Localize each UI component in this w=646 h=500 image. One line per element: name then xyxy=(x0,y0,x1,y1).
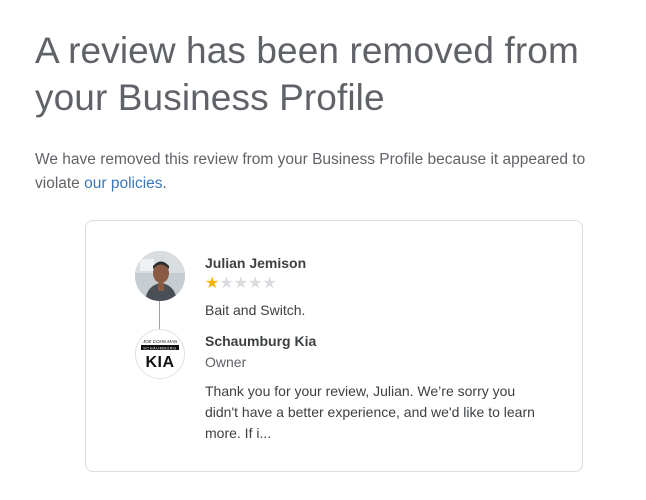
page-title: A review has been removed from your Busi… xyxy=(35,30,579,118)
intro-paragraph: We have removed this review from your Bu… xyxy=(35,148,615,196)
owner-business-name: Schaumburg Kia xyxy=(205,333,317,349)
kia-logo-icon: JOE COHN MAN SCHAUMBURG KIA xyxy=(136,330,184,378)
intro-suffix: . xyxy=(162,175,167,192)
policies-link[interactable]: our policies xyxy=(84,175,162,192)
logo-top-text: JOE COHN MAN xyxy=(142,339,178,344)
star-1-icon: ★ xyxy=(205,275,220,292)
owner-reply-text: Thank you for your review, Julian. We’re… xyxy=(205,383,535,441)
star-3-icon: ★ xyxy=(233,275,249,292)
logo-brand-text: KIA xyxy=(145,354,174,371)
person-photo-icon xyxy=(135,251,185,301)
review-text: Bait and Switch. xyxy=(205,302,306,318)
review-card: JOE COHN MAN SCHAUMBURG KIA Julian Jemis… xyxy=(85,220,583,472)
owner-avatar: JOE COHN MAN SCHAUMBURG KIA xyxy=(135,329,185,379)
notification-page: A review has been removed from your Busi… xyxy=(35,27,625,192)
owner-role-label: Owner xyxy=(205,354,247,370)
star-4-icon: ★ xyxy=(248,275,263,292)
star-2-icon: ★ xyxy=(219,275,234,292)
reviewer-avatar xyxy=(135,251,185,301)
star-5-icon: ★ xyxy=(262,275,277,292)
reviewer-name: Julian Jemison xyxy=(205,255,307,271)
star-rating: ★★★★★ xyxy=(205,274,277,294)
logo-mid-text: SCHAUMBURG xyxy=(143,346,176,350)
reply-connector-line xyxy=(159,301,160,329)
